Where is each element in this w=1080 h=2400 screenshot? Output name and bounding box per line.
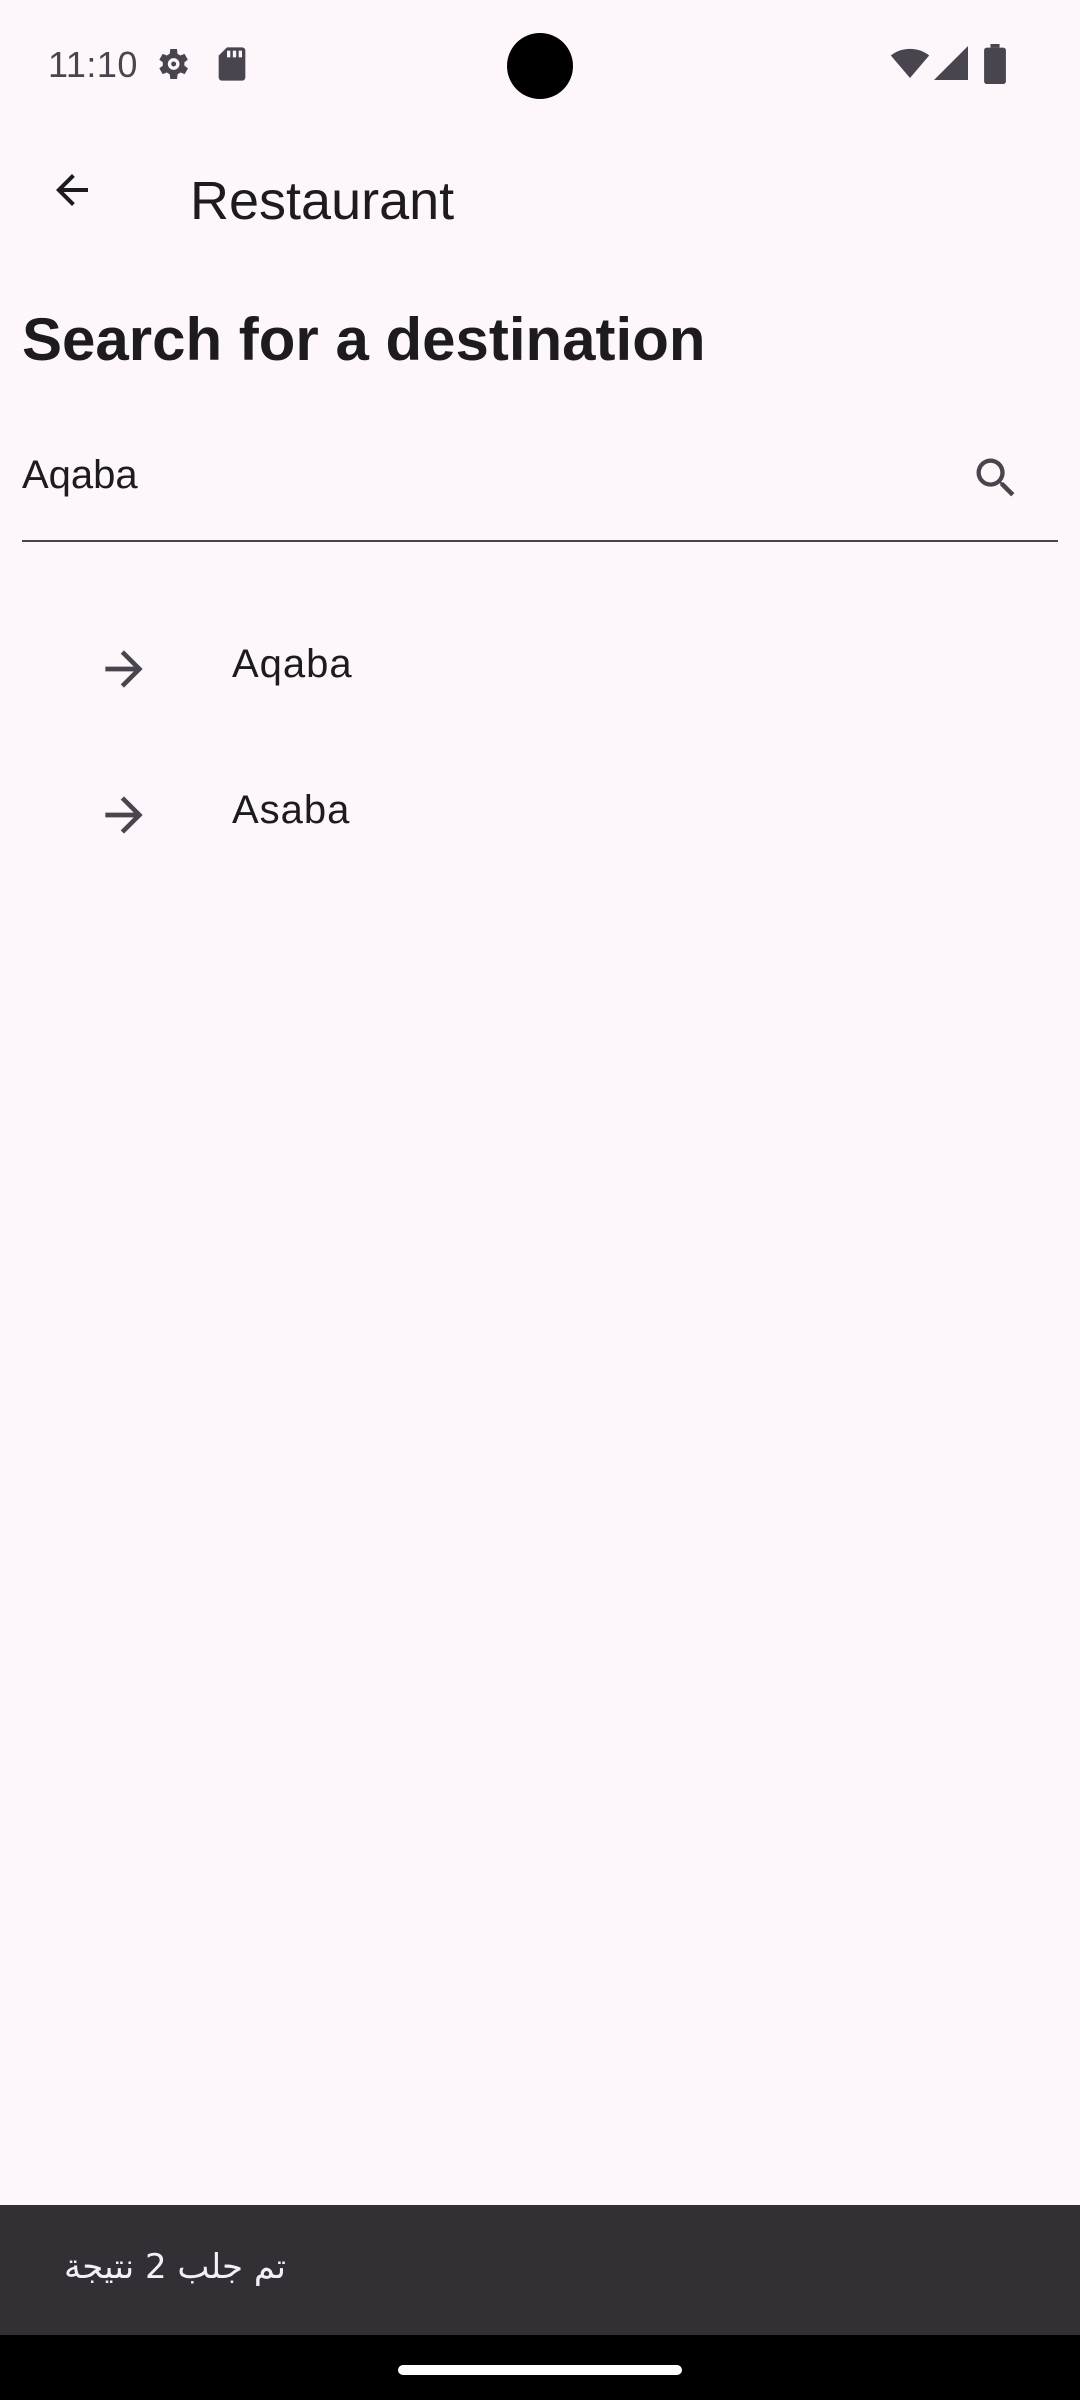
arrow-back-icon	[48, 166, 96, 219]
app-title: Restaurant	[190, 171, 455, 231]
camera-cutout	[507, 33, 573, 99]
search-icon	[970, 452, 1022, 509]
back-button[interactable]	[24, 144, 120, 240]
cell-signal-icon	[934, 46, 968, 85]
arrow-forward-icon	[96, 641, 152, 697]
wifi-icon	[890, 46, 930, 85]
list-item-label: Aqaba	[232, 642, 353, 686]
snackbar: تم جلب 2 نتيجة	[0, 2205, 1080, 2335]
navigation-bar	[0, 2335, 1080, 2400]
status-bar: 11:10	[0, 0, 1080, 132]
snackbar-message: تم جلب 2 نتيجة	[64, 2247, 286, 2287]
home-gesture-handle[interactable]	[398, 2365, 682, 2375]
search-button[interactable]	[966, 450, 1026, 510]
list-item-aqaba[interactable]: Aqaba	[0, 594, 1080, 740]
sd-card-icon	[214, 44, 250, 89]
status-time: 11:10	[48, 44, 138, 85]
settings-gear-icon	[152, 44, 192, 89]
arrow-forward-icon	[96, 787, 152, 843]
list-item-label: Asaba	[232, 788, 351, 832]
search-field	[22, 430, 1058, 542]
battery-icon	[984, 44, 1006, 89]
app-bar	[0, 132, 1080, 276]
search-input[interactable]	[22, 440, 942, 510]
page-heading: Search for a destination	[22, 306, 706, 373]
list-item-asaba[interactable]: Asaba	[0, 740, 1080, 886]
